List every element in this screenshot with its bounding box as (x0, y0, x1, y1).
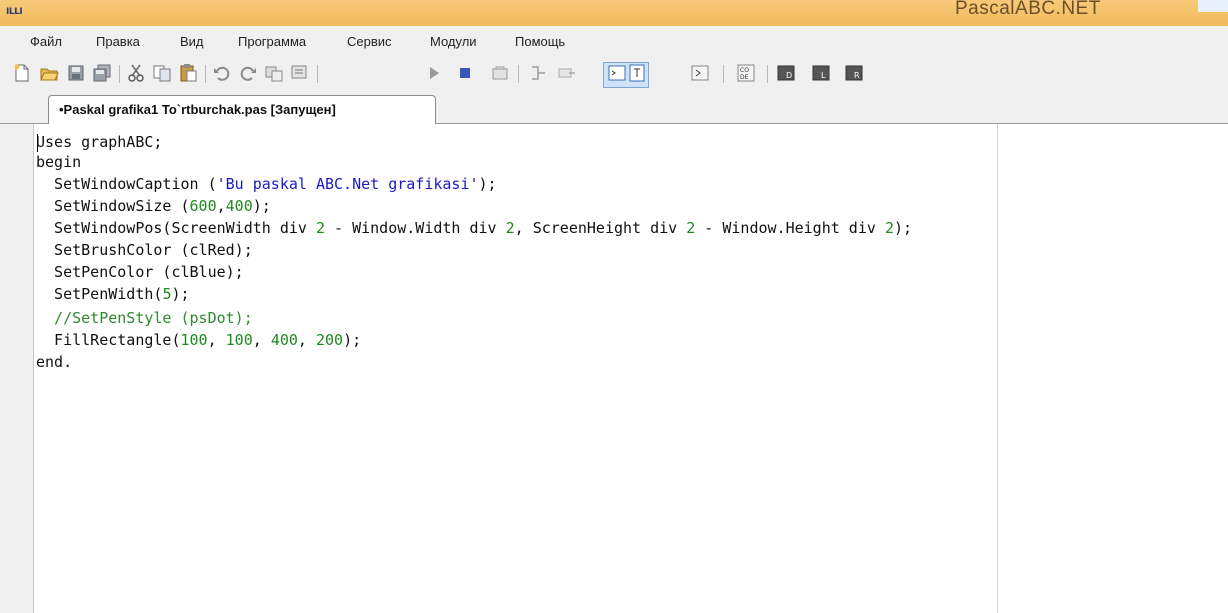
debug-window-icon[interactable] (690, 63, 710, 83)
undo-icon[interactable] (212, 63, 232, 83)
code-line: SetWindowCaption ('Bu paskal ABC.Net gra… (36, 175, 497, 193)
find-icon[interactable] (264, 63, 284, 83)
copy-icon[interactable] (152, 63, 172, 83)
title-bar: ILLI PascalABC.NET (0, 0, 1228, 26)
output-window-icon[interactable] (607, 63, 627, 83)
code-comment-line: //SetPenStyle (psDot); (36, 309, 253, 327)
code-line: SetWindowPos(ScreenWidth div 2 - Window.… (36, 219, 913, 237)
window-title: PascalABC.NET (955, 0, 1101, 19)
right-margin-line (997, 124, 998, 613)
toolbar: CO DE D L R (0, 58, 1228, 91)
toolbar-separator (767, 65, 768, 83)
wizard-d-icon[interactable]: D (777, 63, 797, 83)
svg-text:DE: DE (740, 74, 749, 81)
stop-icon[interactable] (455, 63, 475, 83)
code-editor[interactable]: Uses graphABC; begin SetWindowCaption ('… (0, 124, 1228, 613)
redo-icon[interactable] (238, 63, 258, 83)
editor-gutter (0, 124, 34, 613)
app-icon[interactable]: ILLI (6, 7, 23, 17)
code-line: end. (36, 353, 73, 371)
replace-icon[interactable] (290, 63, 310, 83)
paste-icon[interactable] (178, 63, 198, 83)
debug-step-over-icon[interactable] (557, 63, 577, 83)
menu-bar: Файл Правка Вид Программа Сервис Модули … (0, 26, 1228, 58)
tab-label: •Paskal grafika1 To`rtburchak.pas [Запущ… (59, 102, 336, 117)
svg-text:CO: CO (740, 67, 749, 74)
tab-active-document[interactable]: •Paskal grafika1 To`rtburchak.pas [Запущ… (48, 95, 436, 124)
menu-service[interactable]: Сервис (347, 34, 392, 49)
open-folder-icon[interactable] (39, 63, 59, 83)
compile-icon[interactable] (490, 63, 510, 83)
save-icon[interactable] (66, 63, 86, 83)
debug-step-icon[interactable] (528, 63, 548, 83)
svg-text:R: R (854, 71, 860, 80)
svg-text:D: D (786, 71, 792, 80)
code-line: FillRectangle(100, 100, 400, 200); (36, 331, 362, 349)
code-template-icon[interactable]: CODE (736, 63, 756, 83)
code-line: SetWindowSize (600,400); (36, 197, 271, 215)
code-line: SetPenColor (clBlue); (36, 263, 244, 281)
toolbar-separator (317, 65, 318, 83)
menu-edit[interactable]: Правка (96, 34, 140, 49)
form-window-icon[interactable] (627, 63, 647, 83)
toolbar-separator (119, 65, 120, 83)
save-all-icon[interactable] (92, 63, 112, 83)
window-corner (1198, 0, 1228, 12)
menu-modules[interactable]: Модули (430, 34, 477, 49)
code-line: SetBrushColor (clRed); (36, 241, 253, 259)
document-tabs: •Paskal grafika1 To`rtburchak.pas [Запущ… (0, 91, 1228, 124)
new-file-icon[interactable] (12, 63, 32, 83)
toolbar-separator (205, 65, 206, 83)
svg-text:L: L (821, 71, 826, 80)
code-line: SetPenWidth(5); (36, 285, 190, 303)
run-icon[interactable] (424, 63, 444, 83)
code-line: Uses graphABC; (36, 133, 163, 151)
menu-program[interactable]: Программа (238, 34, 306, 49)
menu-view[interactable]: Вид (180, 34, 204, 49)
toolbar-separator (518, 65, 519, 83)
toolbar-separator (723, 65, 724, 83)
code-line: begin (36, 153, 82, 171)
cut-icon[interactable] (126, 63, 146, 83)
menu-file[interactable]: Файл (30, 34, 62, 49)
menu-help[interactable]: Помощь (515, 34, 565, 49)
wizard-r-icon[interactable]: R (845, 63, 865, 83)
wizard-l-icon[interactable]: L (812, 63, 832, 83)
